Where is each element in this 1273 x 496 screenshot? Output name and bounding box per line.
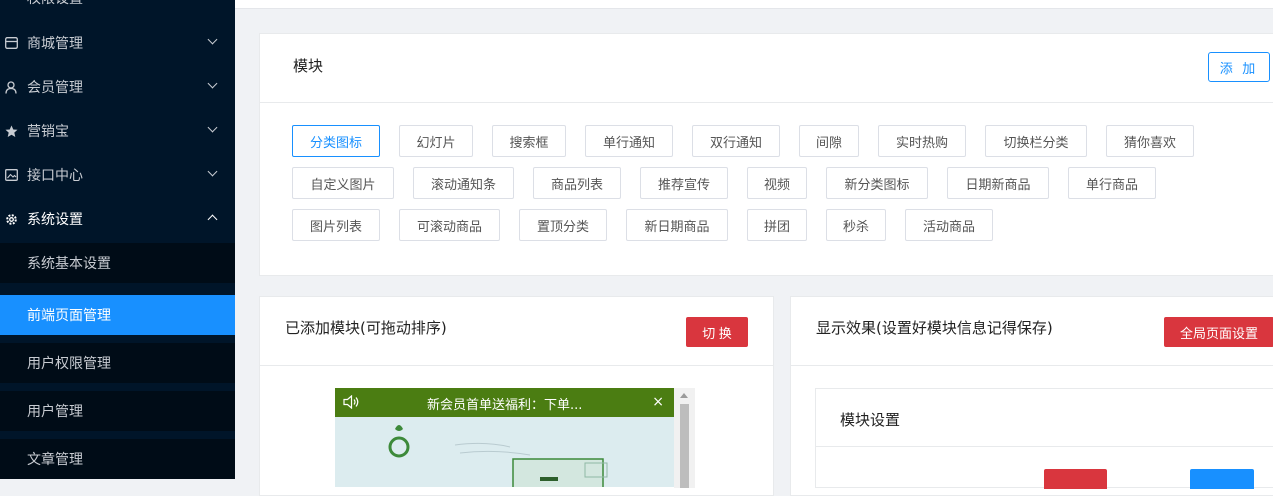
scroll-up-icon[interactable] [680,393,688,398]
sidebar-subitem-label: 文章管理 [27,452,83,468]
module-tag[interactable]: 可滚动商品 [399,209,500,241]
phone-preview: 新会员首单送福利：下单... × [335,388,695,488]
sidebar-subitem-users[interactable]: 用户管理 [0,391,235,431]
preview-title: 显示效果(设置好模块信息记得保存) [816,319,1053,337]
module-tag[interactable]: 推荐宣传 [640,167,728,199]
module-tag[interactable]: 商品列表 [533,167,621,199]
modules-panel-header: 模块 添 加 [260,34,1273,103]
sidebar-subitem-label: 前端页面管理 [27,308,111,324]
module-tag[interactable]: 单行商品 [1068,167,1156,199]
sidebar-item-store[interactable]: 商城管理 [0,21,235,65]
module-tag[interactable]: 新分类图标 [826,167,928,199]
sidebar-subitem-label: 用户权限管理 [27,356,111,372]
chevron-down-icon [207,166,218,177]
module-tag[interactable]: 分类图标 [292,125,380,157]
modules-title: 模块 [293,57,324,75]
module-settings-panel: 模块设置 [815,388,1273,489]
chevron-down-icon [207,78,218,89]
sidebar-subitem-label: 系统基本设置 [27,256,111,272]
save-button[interactable] [1190,469,1254,489]
sidebar-subitem-basic-settings[interactable]: 系统基本设置 [0,243,235,283]
sidebar-subitem-frontend-pages[interactable]: 前端页面管理 [0,295,235,335]
user-icon [4,80,18,94]
module-tag[interactable]: 单行通知 [585,125,673,157]
chevron-down-icon [207,34,218,45]
delete-button[interactable] [1044,469,1107,489]
module-tag[interactable]: 滚动通知条 [413,167,514,199]
close-icon[interactable]: × [652,394,664,410]
switch-button[interactable]: 切 换 [686,317,748,347]
notice-text: 新会员首单送福利：下单... [427,398,583,413]
store-icon [4,36,18,50]
global-page-settings-button[interactable]: 全局页面设置 [1164,317,1273,347]
sidebar-item-label: 商城管理 [27,36,83,52]
notice-bar: 新会员首单送福利：下单... × [335,388,674,417]
sidebar-item-label: 系统设置 [27,212,83,228]
module-tag[interactable]: 间隙 [799,125,859,157]
star-icon [4,124,18,138]
module-tag[interactable]: 日期新商品 [947,167,1049,199]
sidebar-subitem-user-permissions[interactable]: 用户权限管理 [0,343,235,383]
speaker-icon [343,394,360,413]
add-module-button[interactable]: 添 加 [1208,52,1270,82]
module-tag[interactable]: 图片列表 [292,209,380,241]
banner-image [335,417,674,487]
module-tag[interactable]: 拼团 [747,209,807,241]
module-tag[interactable]: 切换栏分类 [985,125,1087,157]
sidebar-subitem-label: 用户管理 [27,404,83,420]
added-modules-header: 已添加模块(可拖动排序) 切 换 [260,297,773,366]
chevron-up-icon [207,214,218,225]
module-tag[interactable]: 搜索框 [492,125,566,157]
gear-icon [4,212,18,226]
sidebar-item-partial[interactable]: 权限设置 [0,0,235,8]
image-icon [4,168,18,182]
module-tag[interactable]: 新日期商品 [626,209,728,241]
sidebar-item-marketing[interactable]: 营销宝 [0,109,235,153]
module-tag[interactable]: 置顶分类 [519,209,607,241]
preview-header: 显示效果(设置好模块信息记得保存) 全局页面设置 [791,297,1273,366]
scroll-thumb[interactable] [680,404,689,488]
sidebar-item-label: 权限设置 [27,0,83,8]
module-tag[interactable]: 实时热购 [878,125,966,157]
module-settings-header: 模块设置 [816,389,1273,447]
chevron-down-icon [207,122,218,133]
module-tag[interactable]: 猜你喜欢 [1106,125,1194,157]
sidebar-item-settings[interactable]: 系统设置 [0,197,235,241]
module-tag[interactable]: 幻灯片 [399,125,473,157]
top-header-strip [235,0,1273,9]
module-tag[interactable]: 秒杀 [826,209,886,241]
sidebar-item-label: 接口中心 [27,168,83,184]
added-modules-title: 已添加模块(可拖动排序) [285,319,447,337]
module-tag[interactable]: 视频 [747,167,807,199]
sidebar-item-label: 会员管理 [27,80,83,96]
module-tag[interactable]: 双行通知 [692,125,780,157]
sidebar: 权限设置 商城管理 会员管理 营销宝 接口中心 系统设置 [0,0,235,479]
sidebar-item-api[interactable]: 接口中心 [0,153,235,197]
sidebar-item-label: 营销宝 [27,124,69,140]
preview-scrollbar[interactable] [674,388,695,488]
module-tag[interactable]: 活动商品 [905,209,993,241]
module-settings-title: 模块设置 [840,411,901,429]
module-tag[interactable]: 自定义图片 [292,167,394,199]
sidebar-item-members[interactable]: 会员管理 [0,65,235,109]
sidebar-subitem-articles[interactable]: 文章管理 [0,439,235,479]
